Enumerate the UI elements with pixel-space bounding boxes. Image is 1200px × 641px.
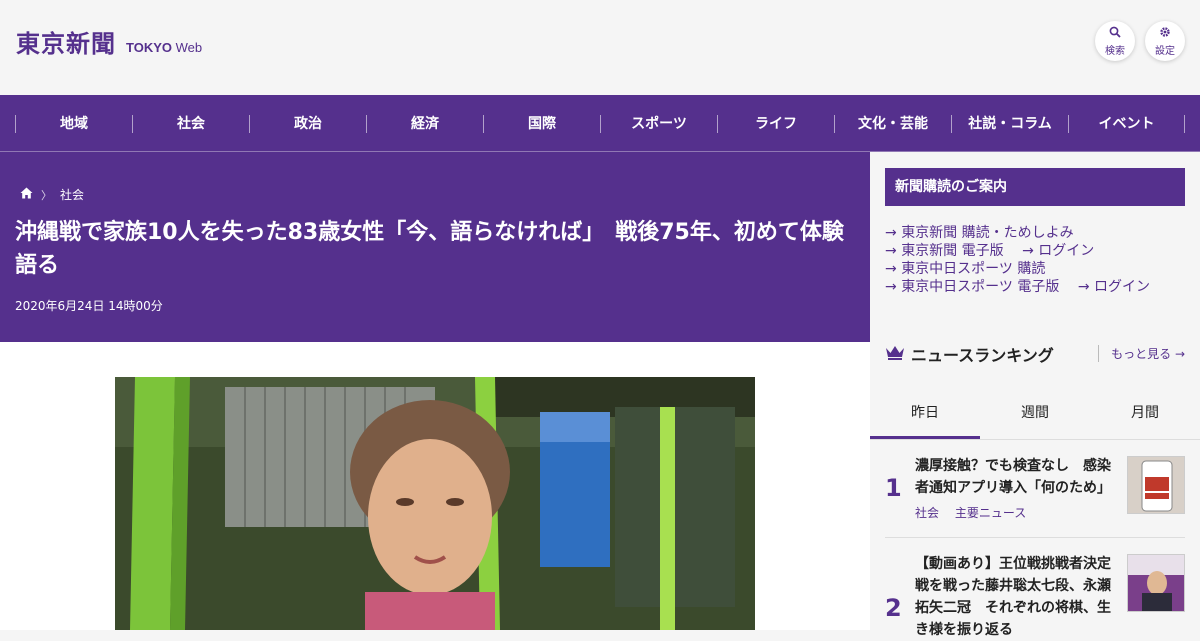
nav-item-events[interactable]: イベント — [1068, 114, 1185, 133]
link-chunichi-sports-login[interactable]: ログイン — [1094, 279, 1150, 295]
rank-number: 2 — [885, 594, 902, 622]
ranking-title-link[interactable]: 濃厚接触？でも検査なし 感染者通知アプリ導入「何のため」 — [915, 455, 1115, 499]
tab-monthly[interactable]: 月間 — [1090, 390, 1200, 439]
rank-number: 1 — [885, 474, 902, 502]
nav-item-international[interactable]: 国際 — [483, 114, 600, 133]
settings-button[interactable]: 設定 — [1145, 21, 1185, 61]
article-title: 沖縄戦で家族10人を失った83歳女性「今、語らなければ」 戦後75年、初めて体験… — [15, 220, 844, 278]
ranking-thumbnail[interactable] — [1127, 456, 1185, 514]
subscription-link: → 東京中日スポーツ 購読 — [885, 260, 1150, 278]
ranking-title-link[interactable]: 【動画あり】王位戦挑戦者決定戦を戦った藤井聡太七段、永瀬拓矢二冠 それぞれの将棋… — [915, 553, 1115, 641]
ranking-header: ニュースランキング もっと見る → — [885, 342, 1185, 366]
nav-item-sports[interactable]: スポーツ — [600, 114, 717, 133]
arrow-right-icon: → — [1174, 347, 1185, 361]
subscription-link: → 東京新聞 電子版 → ログイン — [885, 242, 1150, 260]
nav-item-life[interactable]: ライフ — [717, 114, 834, 133]
logo-english-web: Web — [172, 40, 203, 55]
link-tokyo-shimbun-subscribe[interactable]: 東京新聞 購読・ためしよみ — [901, 225, 1073, 241]
site-logo[interactable]: 東京新聞 TOKYO Web — [16, 24, 202, 59]
arrow-right-icon: → — [885, 261, 897, 277]
logo-english-bold: TOKYO — [126, 40, 172, 55]
sidebar: 新聞購読のご案内 → 東京新聞 購読・ためしよみ → 東京新聞 電子版 → ログ… — [870, 152, 1200, 638]
more-link[interactable]: もっと見る → — [1098, 345, 1185, 362]
more-label: もっと見る — [1111, 347, 1172, 361]
article-date: 2020年6月24日 14時00分 — [15, 299, 163, 313]
logo-japanese: 東京新聞 — [16, 29, 116, 58]
tag-link[interactable]: 社会 — [915, 506, 939, 520]
nav-item-editorial[interactable]: 社説・コラム — [951, 114, 1068, 133]
search-icon — [1109, 26, 1121, 40]
nav-item-economy[interactable]: 経済 — [366, 114, 483, 133]
nav-item-region[interactable]: 地域 — [15, 114, 132, 133]
crown-icon — [885, 345, 905, 364]
home-icon[interactable] — [20, 187, 33, 202]
gear-icon — [1159, 26, 1171, 40]
arrow-right-icon: → — [885, 225, 897, 241]
ranking-item: 2 【動画あり】王位戦挑戦者決定戦を戦った藤井聡太七段、永瀬拓矢二冠 それぞれの… — [885, 550, 1185, 638]
ranking-tags: 社会 主要ニュース — [915, 504, 1038, 521]
search-label: 検索 — [1105, 45, 1125, 57]
ranking-title: ニュースランキング — [911, 346, 1054, 365]
article-photo — [115, 377, 755, 630]
settings-label: 設定 — [1155, 45, 1175, 57]
breadcrumb-category[interactable]: 社会 — [60, 186, 84, 203]
nav-item-politics[interactable]: 政治 — [249, 114, 366, 133]
arrow-right-icon: → — [885, 243, 897, 259]
main-nav: 地域 社会 政治 経済 国際 スポーツ ライフ 文化・芸能 社説・コラム イベン… — [0, 95, 1200, 152]
subscription-link: → 東京新聞 購読・ためしよみ — [885, 224, 1150, 242]
ranking-thumbnail[interactable] — [1127, 554, 1185, 612]
subscription-heading: 新聞購読のご案内 — [885, 168, 1185, 206]
ranking-item: 1 濃厚接触？でも検査なし 感染者通知アプリ導入「何のため」 社会 主要ニュース — [885, 452, 1185, 532]
arrow-right-icon: → — [1022, 243, 1034, 259]
breadcrumb-separator: 〉 — [41, 188, 52, 202]
article-header: 〉 社会 沖縄戦で家族10人を失った83歳女性「今、語らなければ」 戦後75年、… — [0, 152, 870, 342]
link-chunichi-sports-subscribe[interactable]: 東京中日スポーツ 購読 — [901, 261, 1045, 277]
link-chunichi-sports-digital[interactable]: 東京中日スポーツ 電子版 — [901, 279, 1059, 295]
logo-english: TOKYO Web — [126, 40, 202, 55]
site-header: 東京新聞 TOKYO Web 検索 設定 — [0, 0, 1200, 95]
link-tokyo-shimbun-digital[interactable]: 東京新聞 電子版 — [901, 243, 1003, 259]
tab-weekly[interactable]: 週間 — [980, 390, 1090, 439]
ranking-divider — [885, 537, 1185, 538]
subscription-link: → 東京中日スポーツ 電子版 → ログイン — [885, 278, 1150, 296]
subscription-links: → 東京新聞 購読・ためしよみ → 東京新聞 電子版 → ログイン → 東京中日… — [885, 224, 1150, 296]
arrow-right-icon: → — [885, 279, 897, 295]
nav-item-society[interactable]: 社会 — [132, 114, 249, 133]
breadcrumb: 〉 社会 — [20, 186, 84, 203]
tag-link[interactable]: 主要ニュース — [955, 506, 1026, 520]
ranking-tabs: 昨日 週間 月間 — [870, 390, 1200, 440]
nav-item-culture[interactable]: 文化・芸能 — [834, 114, 951, 133]
tab-yesterday[interactable]: 昨日 — [870, 390, 980, 439]
search-button[interactable]: 検索 — [1095, 21, 1135, 61]
link-tokyo-shimbun-login[interactable]: ログイン — [1038, 243, 1094, 259]
arrow-right-icon: → — [1077, 279, 1090, 295]
